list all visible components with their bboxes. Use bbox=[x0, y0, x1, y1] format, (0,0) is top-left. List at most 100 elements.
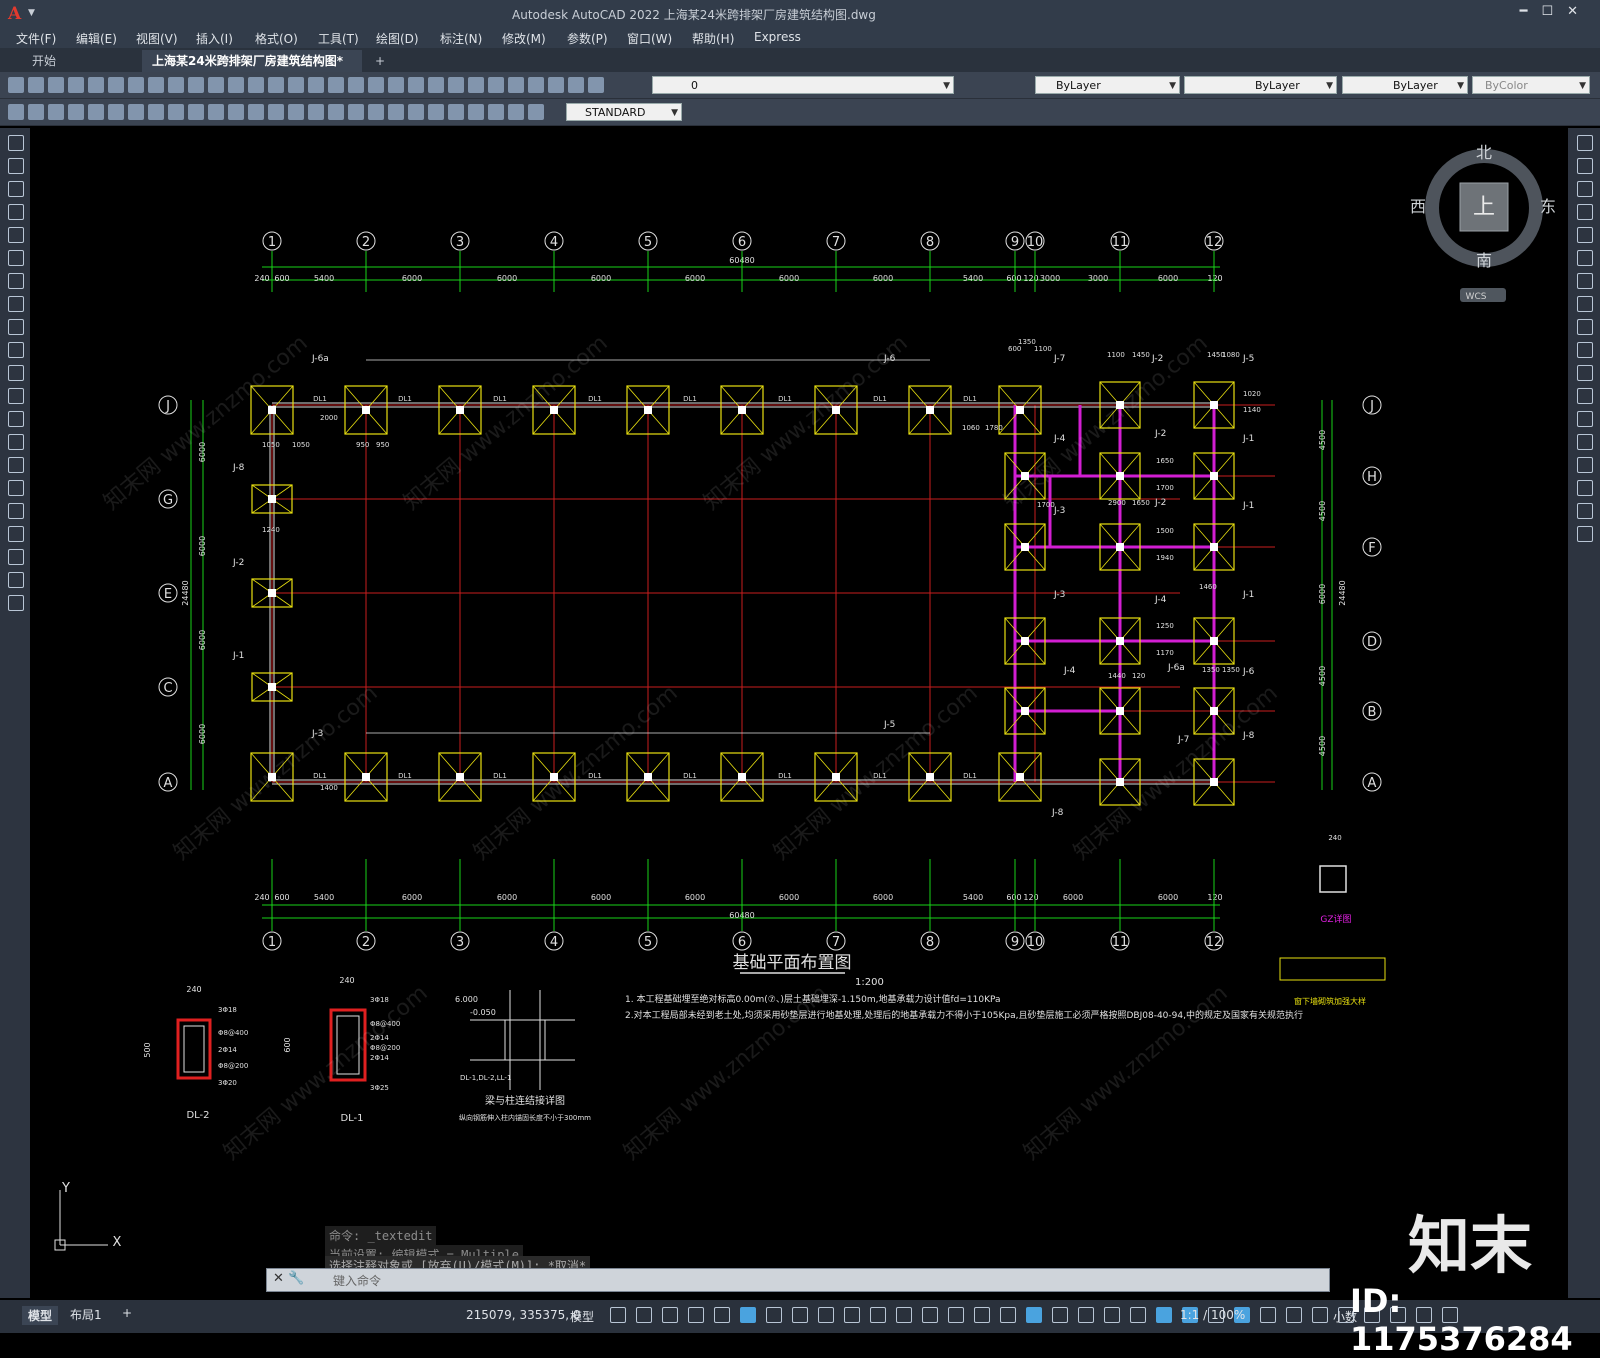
toggle-icon[interactable] bbox=[1156, 1307, 1172, 1323]
dim-tool-icon[interactable] bbox=[168, 104, 184, 120]
tab-start[interactable]: 开始 bbox=[22, 50, 66, 72]
lineweight-dropdown[interactable]: ByLayer ▼ bbox=[1342, 76, 1468, 94]
tool-icon[interactable] bbox=[28, 77, 44, 93]
tool-icon[interactable] bbox=[368, 77, 384, 93]
menu-item-6[interactable]: 绘图(D) bbox=[376, 30, 419, 47]
toggle-icon[interactable] bbox=[818, 1307, 834, 1323]
tool-icon[interactable] bbox=[548, 77, 564, 93]
tool-icon[interactable] bbox=[588, 77, 604, 93]
tool-icon[interactable] bbox=[108, 77, 124, 93]
draw-tool-icon[interactable] bbox=[8, 526, 24, 542]
drafting-toggles[interactable] bbox=[610, 1307, 1458, 1323]
linetype-dropdown[interactable]: ByLayer ▼ bbox=[1184, 76, 1337, 94]
tool-icon[interactable] bbox=[268, 77, 284, 93]
draw-tool-icon[interactable] bbox=[8, 135, 24, 151]
draw-tool-icon[interactable] bbox=[8, 181, 24, 197]
dim-tool-icon[interactable] bbox=[48, 104, 64, 120]
menu-item-11[interactable]: 帮助(H) bbox=[692, 30, 734, 47]
dim-tool-icon[interactable] bbox=[508, 104, 524, 120]
toggle-icon[interactable] bbox=[1026, 1307, 1042, 1323]
tool-icon[interactable] bbox=[48, 77, 64, 93]
tab-model[interactable]: 模型 bbox=[22, 1306, 59, 1325]
plotstyle-dropdown[interactable]: ByColor ▼ bbox=[1472, 76, 1590, 94]
modify-tool-icon[interactable] bbox=[1577, 250, 1593, 266]
menu-item-10[interactable]: 窗口(W) bbox=[627, 30, 672, 47]
compass-north[interactable]: 北 bbox=[1476, 143, 1492, 162]
new-tab-button[interactable]: + bbox=[365, 50, 395, 72]
tool-icon[interactable] bbox=[468, 77, 484, 93]
tool-icon[interactable] bbox=[88, 77, 104, 93]
toggle-icon[interactable] bbox=[688, 1307, 704, 1323]
standard-tool-icons[interactable] bbox=[8, 75, 604, 95]
modify-tool-icon[interactable] bbox=[1577, 457, 1593, 473]
dim-tool-icon[interactable] bbox=[288, 104, 304, 120]
tool-icon[interactable] bbox=[428, 77, 444, 93]
dim-tool-icon[interactable] bbox=[448, 104, 464, 120]
close-icon[interactable]: ✕ 🔧 bbox=[273, 1271, 304, 1286]
toggle-icon[interactable] bbox=[740, 1307, 756, 1323]
gz-section[interactable] bbox=[1319, 865, 1347, 893]
menu-item-12[interactable]: Express bbox=[754, 30, 801, 44]
menu-item-5[interactable]: 工具(T) bbox=[318, 30, 359, 47]
dim-tool-icon[interactable] bbox=[408, 104, 424, 120]
modify-tool-icon[interactable] bbox=[1577, 181, 1593, 197]
draw-tool-icon[interactable] bbox=[8, 365, 24, 381]
toggle-icon[interactable] bbox=[896, 1307, 912, 1323]
layer-dropdown[interactable]: 0 ▼ bbox=[652, 76, 954, 94]
tool-icon[interactable] bbox=[68, 77, 84, 93]
toggle-icon[interactable] bbox=[844, 1307, 860, 1323]
toggle-icon[interactable] bbox=[610, 1307, 626, 1323]
draw-tool-icon[interactable] bbox=[8, 411, 24, 427]
toggle-icon[interactable] bbox=[1000, 1307, 1016, 1323]
dim-tool-icon[interactable] bbox=[308, 104, 324, 120]
tool-icon[interactable] bbox=[188, 77, 204, 93]
modify-tool-icon[interactable] bbox=[1577, 503, 1593, 519]
dim-tool-icon[interactable] bbox=[488, 104, 504, 120]
dim-tool-icon[interactable] bbox=[428, 104, 444, 120]
modify-toolbar[interactable] bbox=[1568, 128, 1600, 1298]
draw-tool-icon[interactable] bbox=[8, 158, 24, 174]
toggle-icon[interactable] bbox=[1130, 1307, 1146, 1323]
menu-item-9[interactable]: 参数(P) bbox=[567, 30, 608, 47]
tool-icon[interactable] bbox=[328, 77, 344, 93]
menu-item-0[interactable]: 文件(F) bbox=[16, 30, 56, 47]
color-dropdown[interactable]: ByLayer ▼ bbox=[1035, 76, 1180, 94]
tab-layout1[interactable]: 布局1 bbox=[70, 1306, 102, 1323]
tool-icon[interactable] bbox=[508, 77, 524, 93]
draw-tool-icon[interactable] bbox=[8, 434, 24, 450]
toggle-icon[interactable] bbox=[922, 1307, 938, 1323]
dim-tool-icon[interactable] bbox=[368, 104, 384, 120]
menu-item-4[interactable]: 格式(O) bbox=[255, 30, 298, 47]
draw-tool-icon[interactable] bbox=[8, 388, 24, 404]
tool-icon[interactable] bbox=[168, 77, 184, 93]
tool-icon[interactable] bbox=[208, 77, 224, 93]
draw-tool-icon[interactable] bbox=[8, 273, 24, 289]
dim-tool-icon[interactable] bbox=[108, 104, 124, 120]
toggle-icon[interactable] bbox=[636, 1307, 652, 1323]
dl2-section[interactable] bbox=[176, 1018, 212, 1080]
dim-tool-icon[interactable] bbox=[208, 104, 224, 120]
modify-tool-icon[interactable] bbox=[1577, 365, 1593, 381]
modify-tool-icon[interactable] bbox=[1577, 319, 1593, 335]
modify-tool-icon[interactable] bbox=[1577, 227, 1593, 243]
menu-item-1[interactable]: 编辑(E) bbox=[76, 30, 117, 47]
coordinate-readout[interactable]: 215079, 335375, 0 bbox=[466, 1308, 581, 1322]
menu-item-8[interactable]: 修改(M) bbox=[502, 30, 546, 47]
tool-icon[interactable] bbox=[388, 77, 404, 93]
app-menu-caret-icon[interactable]: ▼ bbox=[28, 8, 35, 18]
annotation-scale[interactable]: 1:1 / 100% bbox=[1180, 1308, 1245, 1322]
toggle-icon[interactable] bbox=[1286, 1307, 1302, 1323]
text-style-dropdown[interactable]: STANDARD ▼ bbox=[566, 103, 682, 121]
dim-tool-icon[interactable] bbox=[28, 104, 44, 120]
model-space-button[interactable]: 模型 bbox=[570, 1308, 594, 1325]
drawing-canvas[interactable]: 240 600 5400 6000 6000 6000 6000 6000 6000 5400 60… bbox=[30, 128, 1568, 1278]
toggle-icon[interactable] bbox=[1052, 1307, 1068, 1323]
dim-tool-icon[interactable] bbox=[388, 104, 404, 120]
draw-tool-icon[interactable] bbox=[8, 457, 24, 473]
dim-tool-icon[interactable] bbox=[228, 104, 244, 120]
tool-icon[interactable] bbox=[348, 77, 364, 93]
menu-item-2[interactable]: 视图(V) bbox=[136, 30, 178, 47]
tool-icon[interactable] bbox=[448, 77, 464, 93]
modify-tool-icon[interactable] bbox=[1577, 296, 1593, 312]
tab-add-layout[interactable]: + bbox=[122, 1306, 132, 1320]
